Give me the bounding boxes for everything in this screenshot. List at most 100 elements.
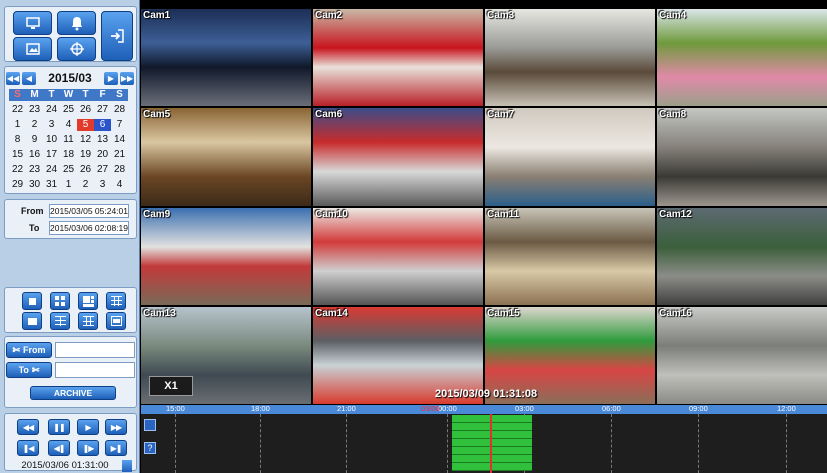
search-to-field[interactable]: 2015/03/06 02:08:19 xyxy=(49,221,129,235)
calendar-day[interactable]: 19 xyxy=(77,149,94,161)
alarm-button[interactable] xyxy=(57,11,96,35)
play-button[interactable]: ▶ xyxy=(77,419,99,435)
calendar-day[interactable]: 6 xyxy=(94,119,111,131)
calendar-day[interactable]: 3 xyxy=(94,179,111,191)
camera-tile[interactable]: Cam8 xyxy=(657,108,827,206)
camera-tile[interactable]: Cam13 X1 xyxy=(141,306,311,404)
pause-button[interactable]: ❚❚ xyxy=(48,419,70,435)
next-year-button[interactable]: ▶▶ xyxy=(119,71,134,85)
calendar-day[interactable]: 11 xyxy=(60,134,77,146)
camera-tile[interactable]: Cam2 xyxy=(313,9,483,107)
calendar-day[interactable]: 1 xyxy=(60,179,77,191)
camera-tile[interactable]: Cam9 xyxy=(141,207,311,305)
calendar-day[interactable]: 5 xyxy=(77,119,94,131)
split-16-button[interactable] xyxy=(106,312,126,330)
search-from-field[interactable]: 2015/03/05 05:24:01 xyxy=(49,204,129,218)
split-1-button[interactable] xyxy=(22,292,42,310)
calendar-day[interactable]: 29 xyxy=(9,179,26,191)
clip-to-button[interactable]: To ✄ xyxy=(6,362,52,378)
calendar-day[interactable]: 25 xyxy=(60,104,77,116)
calendar-day[interactable]: 3 xyxy=(43,119,60,131)
monitor-layout-button[interactable] xyxy=(13,11,52,35)
camera-tile[interactable]: Cam5 xyxy=(141,108,311,206)
calendar-day[interactable]: 23 xyxy=(26,104,43,116)
timeline-cursor[interactable] xyxy=(490,414,492,473)
calendar-day[interactable]: 24 xyxy=(43,164,60,176)
scissors-icon: ✄ xyxy=(12,344,21,355)
clip-from-button[interactable]: ✄ From xyxy=(6,342,52,358)
calendar-day[interactable]: 10 xyxy=(43,134,60,146)
calendar-day[interactable]: 17 xyxy=(43,149,60,161)
bookmark-button[interactable] xyxy=(144,419,156,431)
camera-tile[interactable]: Cam11 xyxy=(485,207,655,305)
calendar-day[interactable]: 7 xyxy=(111,119,128,131)
fast-forward-button[interactable]: ▶▶ xyxy=(105,419,127,435)
camera-tile[interactable]: Cam4 xyxy=(657,9,827,107)
clip-from-field[interactable] xyxy=(55,342,135,358)
go-to-start-button[interactable]: ❚◀ xyxy=(17,440,39,456)
split-9-button[interactable] xyxy=(106,292,126,310)
calendar-day[interactable]: 18 xyxy=(60,149,77,161)
calendar-day[interactable]: 22 xyxy=(9,104,26,116)
search-from-label: From xyxy=(21,206,44,216)
calendar-day[interactable]: 28 xyxy=(111,104,128,116)
calendar-day[interactable]: 24 xyxy=(43,104,60,116)
calendar-day[interactable]: 23 xyxy=(26,164,43,176)
calendar-day[interactable]: 26 xyxy=(77,104,94,116)
split-13-button[interactable] xyxy=(78,312,98,330)
snapshot-button[interactable] xyxy=(13,37,52,61)
camera-tile[interactable]: Cam6 xyxy=(313,108,483,206)
camera-tile[interactable]: Cam12 xyxy=(657,207,827,305)
calendar-day[interactable]: 16 xyxy=(26,149,43,161)
split-6-button[interactable] xyxy=(78,292,98,310)
recording-segment[interactable] xyxy=(452,415,532,471)
calendar-day[interactable]: 31 xyxy=(43,179,60,191)
calendar-day[interactable]: 22 xyxy=(9,164,26,176)
calendar-day[interactable]: 1 xyxy=(9,119,26,131)
prev-year-button[interactable]: ◀◀ xyxy=(6,71,20,85)
split-10-button[interactable] xyxy=(50,312,70,330)
calendar-day[interactable]: 21 xyxy=(111,149,128,161)
camera-tile[interactable]: Cam10 xyxy=(313,207,483,305)
calendar-day[interactable]: 27 xyxy=(94,104,111,116)
control-panel: ◀◀ ◀ 2015/03 ▶ ▶▶ S M T W T F S 22 23 24 25… xyxy=(0,0,140,473)
calendar-day[interactable]: 25 xyxy=(60,164,77,176)
calendar-day[interactable]: 26 xyxy=(77,164,94,176)
split-8-button[interactable] xyxy=(22,312,42,330)
calendar-day[interactable]: 4 xyxy=(111,179,128,191)
prev-month-button[interactable]: ◀ xyxy=(22,71,36,85)
calendar-day[interactable]: 20 xyxy=(94,149,111,161)
calendar-day[interactable]: 9 xyxy=(26,134,43,146)
camera-tile[interactable]: Cam3 xyxy=(485,9,655,107)
camera-tile[interactable]: Cam16 xyxy=(657,306,827,404)
clip-to-field[interactable] xyxy=(55,362,135,378)
camera-tile[interactable]: Cam7 xyxy=(485,108,655,206)
timeline-tick-label: 03:00 xyxy=(515,404,534,413)
bell-icon xyxy=(71,17,82,31)
ptz-button[interactable] xyxy=(57,37,96,61)
calendar-day[interactable]: 27 xyxy=(94,164,111,176)
calendar-day[interactable]: 30 xyxy=(26,179,43,191)
calendar-day[interactable]: 8 xyxy=(9,134,26,146)
next-month-button[interactable]: ▶ xyxy=(103,71,118,85)
logout-button[interactable] xyxy=(101,11,133,61)
calendar-day[interactable]: 28 xyxy=(111,164,128,176)
fast-rewind-button[interactable]: ◀◀ xyxy=(17,419,39,435)
calendar-day[interactable]: 12 xyxy=(77,134,94,146)
calendar-day[interactable]: 4 xyxy=(60,119,77,131)
split-4-button[interactable] xyxy=(50,292,70,310)
calendar-day[interactable]: 15 xyxy=(9,149,26,161)
camera-tile[interactable]: Cam1 xyxy=(141,9,311,107)
calendar-day[interactable]: 14 xyxy=(111,134,128,146)
step-forward-button[interactable]: ❚▶ xyxy=(77,440,99,456)
timeline-tick-label: 15:00 xyxy=(166,404,185,413)
calendar-day[interactable]: 2 xyxy=(26,119,43,131)
archive-button[interactable]: ARCHIVE xyxy=(30,386,116,400)
step-back-button[interactable]: ◀❚ xyxy=(48,440,70,456)
help-button[interactable]: ? xyxy=(144,442,156,454)
time-spinner[interactable] xyxy=(122,460,132,472)
go-to-end-button[interactable]: ▶❚ xyxy=(105,440,127,456)
calendar-day[interactable]: 2 xyxy=(77,179,94,191)
timeline[interactable]: 15:00 18:00 21:00 00:00 03:00 06:00 09:00 12:00… xyxy=(141,404,827,473)
calendar-day[interactable]: 13 xyxy=(94,134,111,146)
